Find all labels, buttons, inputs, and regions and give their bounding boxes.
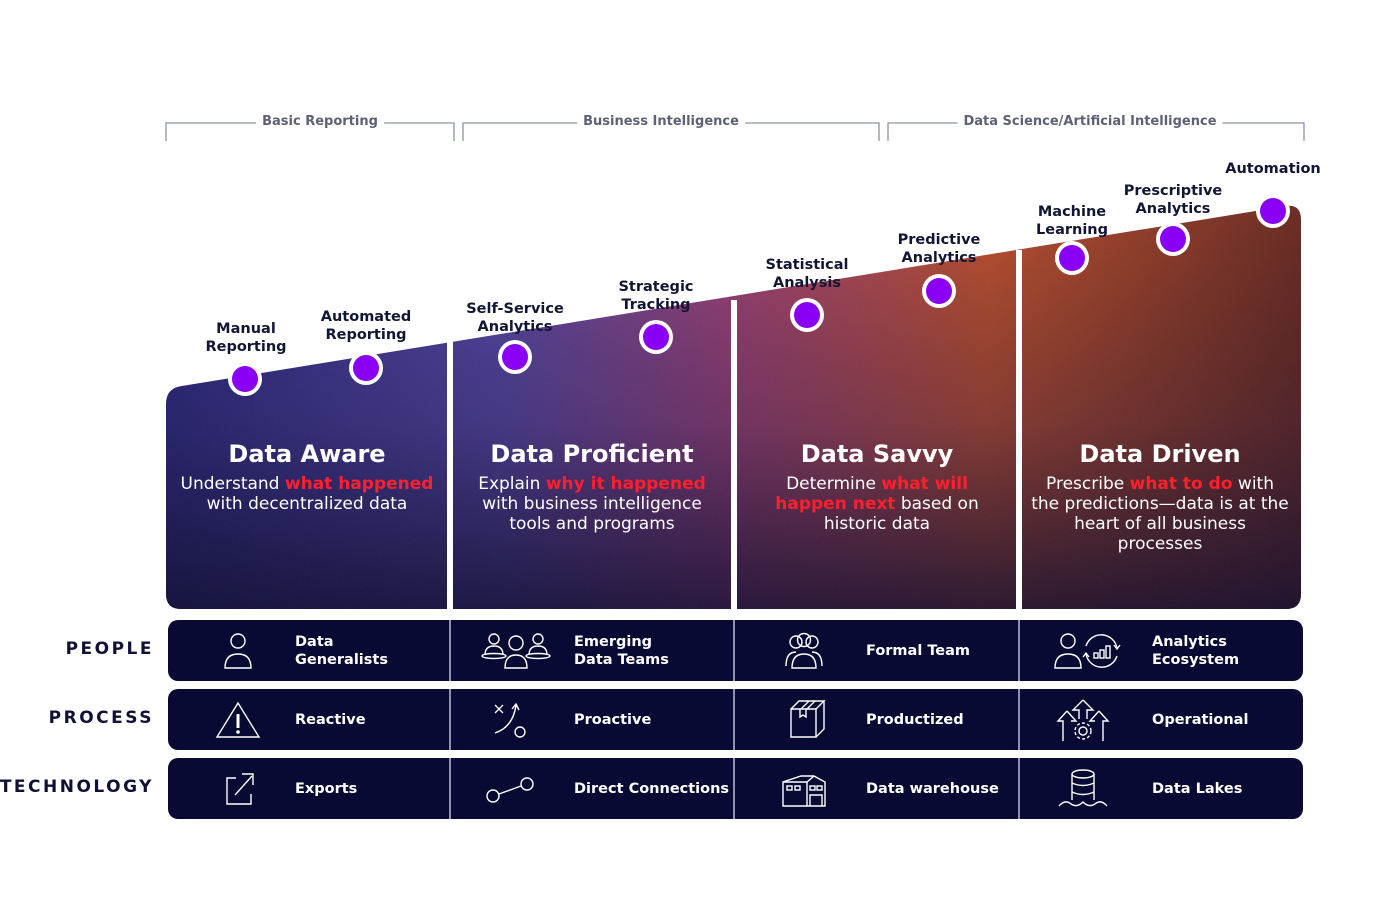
milestone-dot (353, 355, 379, 381)
cell-label: Reactive (295, 711, 366, 728)
milestone-strategic-tracking: Strategic Tracking (618, 279, 694, 313)
database-lake-icon (1053, 768, 1113, 810)
milestone-dot (926, 278, 952, 304)
row-cell: Direct Connections (450, 758, 734, 819)
milestone-machine-learning: Machine Learning (1035, 204, 1109, 238)
stage-separator (1016, 250, 1022, 609)
stage-data-aware: Data Aware Understand what happened with… (172, 438, 442, 514)
person-icon (208, 630, 268, 672)
milestone-self-service-analytics: Self-Service Analytics (466, 301, 564, 335)
cell-label: Productized (866, 711, 964, 728)
cell-label: Emerging Data Teams (574, 633, 669, 668)
stage-title: Data Driven (1079, 440, 1241, 468)
milestone-dot (502, 344, 528, 370)
stage-data-savvy: Data Savvy Determine what will happen ne… (752, 438, 1002, 534)
row-cell: Reactive (168, 689, 450, 750)
row-cell: Emerging Data Teams (450, 620, 734, 681)
milestone-statistical-analysis: Statistical Analysis (765, 257, 849, 291)
stage-description: Prescribe what to do with the prediction… (1031, 474, 1289, 554)
milestone-automation: Automation (1225, 161, 1321, 177)
row-people: Data Generalists Emerging Data Teams Forma… (168, 620, 1303, 681)
stage-separator (447, 330, 453, 609)
connection-icon (480, 768, 540, 810)
warning-icon (208, 699, 268, 741)
row-cell: Data warehouse (734, 758, 1019, 819)
cell-label: Direct Connections (574, 780, 730, 797)
milestone-dot (794, 302, 820, 328)
row-cell: Analytics Ecosystem (1019, 620, 1303, 681)
box-icon (774, 699, 834, 741)
milestone-dot (1059, 245, 1085, 271)
row-technology: Exports Direct Connections Data warehouse D… (168, 758, 1303, 819)
cell-label: Data Lakes (1152, 780, 1243, 797)
row-cell: Proactive (450, 689, 734, 750)
row-label-people: PEOPLE (65, 639, 154, 659)
cell-label: Exports (295, 780, 358, 797)
milestone-automated-reporting: Automated Reporting (320, 309, 412, 343)
milestone-prescriptive-analytics: Prescriptive Analytics (1123, 183, 1223, 217)
stage-description: Determine what will happen next based on… (775, 474, 979, 534)
cell-label: Operational (1152, 711, 1249, 728)
stage-description: Explain why it happened with business in… (478, 474, 706, 534)
row-label-technology: TECHNOLOGY (0, 777, 154, 797)
row-cell: Exports (168, 758, 450, 819)
row-cell: Productized (734, 689, 1019, 750)
warehouse-icon (774, 768, 834, 810)
milestone-dot (1260, 198, 1286, 224)
stage-title: Data Savvy (800, 440, 954, 468)
milestone-dot (1160, 226, 1186, 252)
stage-data-proficient: Data Proficient Explain why it happened … (467, 438, 717, 534)
row-label-process: PROCESS (48, 708, 154, 728)
row-cell: Data Lakes (1019, 758, 1303, 819)
row-cell: Data Generalists (168, 620, 450, 681)
cell-label: Data warehouse (866, 780, 999, 797)
milestone-manual-reporting: Manual Reporting (205, 321, 287, 355)
stage-data-driven: Data Driven Prescribe what to do with th… (1030, 438, 1290, 554)
stage-description: Understand what happened with decentrali… (180, 474, 434, 514)
cell-label: Proactive (574, 711, 652, 728)
row-cell: Formal Team (734, 620, 1019, 681)
milestone-predictive-analytics: Predictive Analytics (897, 232, 981, 266)
milestone-dot (232, 366, 258, 392)
cell-label: Formal Team (866, 642, 971, 659)
milestone-dot (643, 324, 669, 350)
stage-title: Data Aware (228, 440, 386, 468)
row-cell: Operational (1019, 689, 1303, 750)
stage-separator (731, 300, 737, 609)
gear-arrows-icon (1053, 699, 1113, 741)
row-process: Reactive Proactive Productized Operational (168, 689, 1303, 750)
cell-label: Analytics Ecosystem (1152, 633, 1240, 668)
group-icon (476, 630, 556, 672)
strategy-play-icon (480, 699, 540, 741)
cell-label: Data Generalists (295, 633, 388, 668)
export-icon (208, 768, 268, 810)
team-icon (774, 630, 834, 672)
analytics-ecosystem-icon (1049, 630, 1129, 672)
stage-title: Data Proficient (490, 440, 694, 468)
